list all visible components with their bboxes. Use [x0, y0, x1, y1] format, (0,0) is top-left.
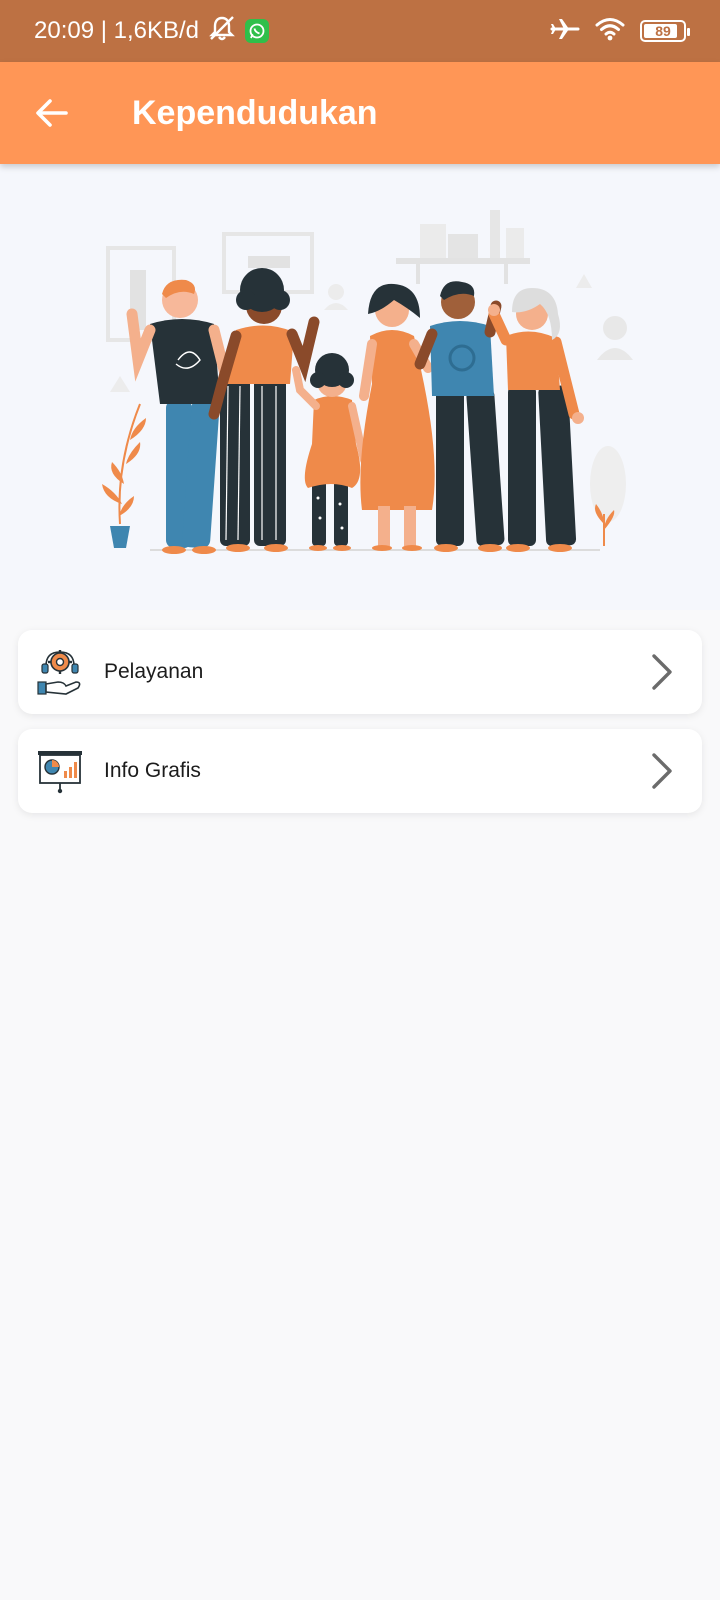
- hero-banner: [0, 164, 720, 610]
- arrow-left-icon: [36, 99, 68, 127]
- infographic-presentation-icon: [36, 747, 84, 795]
- menu-item-label: Info Grafis: [104, 759, 201, 782]
- status-time: 20:09 | 1,6KB/d: [34, 17, 200, 44]
- chevron-right-icon: [646, 652, 678, 692]
- app-bar: Kependudukan: [0, 62, 720, 164]
- battery-percentage: 89: [655, 23, 671, 39]
- chevron-right-icon: [646, 751, 678, 791]
- wifi-icon: [594, 16, 626, 47]
- status-left: 20:09 | 1,6KB/d: [34, 14, 270, 49]
- airplane-mode-icon: [550, 16, 580, 47]
- customer-service-gear-icon: [36, 648, 84, 696]
- menu-item-label: Pelayanan: [104, 660, 204, 683]
- mute-icon: [207, 14, 237, 49]
- menu-item-info-grafis[interactable]: Info Grafis: [18, 729, 702, 813]
- page-title: Kependudukan: [132, 93, 378, 132]
- battery-icon: 89: [640, 20, 690, 42]
- whatsapp-icon: [245, 19, 270, 43]
- community-people-illustration: [102, 210, 633, 554]
- status-right: 89: [550, 16, 690, 47]
- menu-item-pelayanan[interactable]: Pelayanan: [18, 630, 702, 714]
- back-button[interactable]: [20, 81, 84, 145]
- status-bar: 20:09 | 1,6KB/d 89: [0, 0, 720, 62]
